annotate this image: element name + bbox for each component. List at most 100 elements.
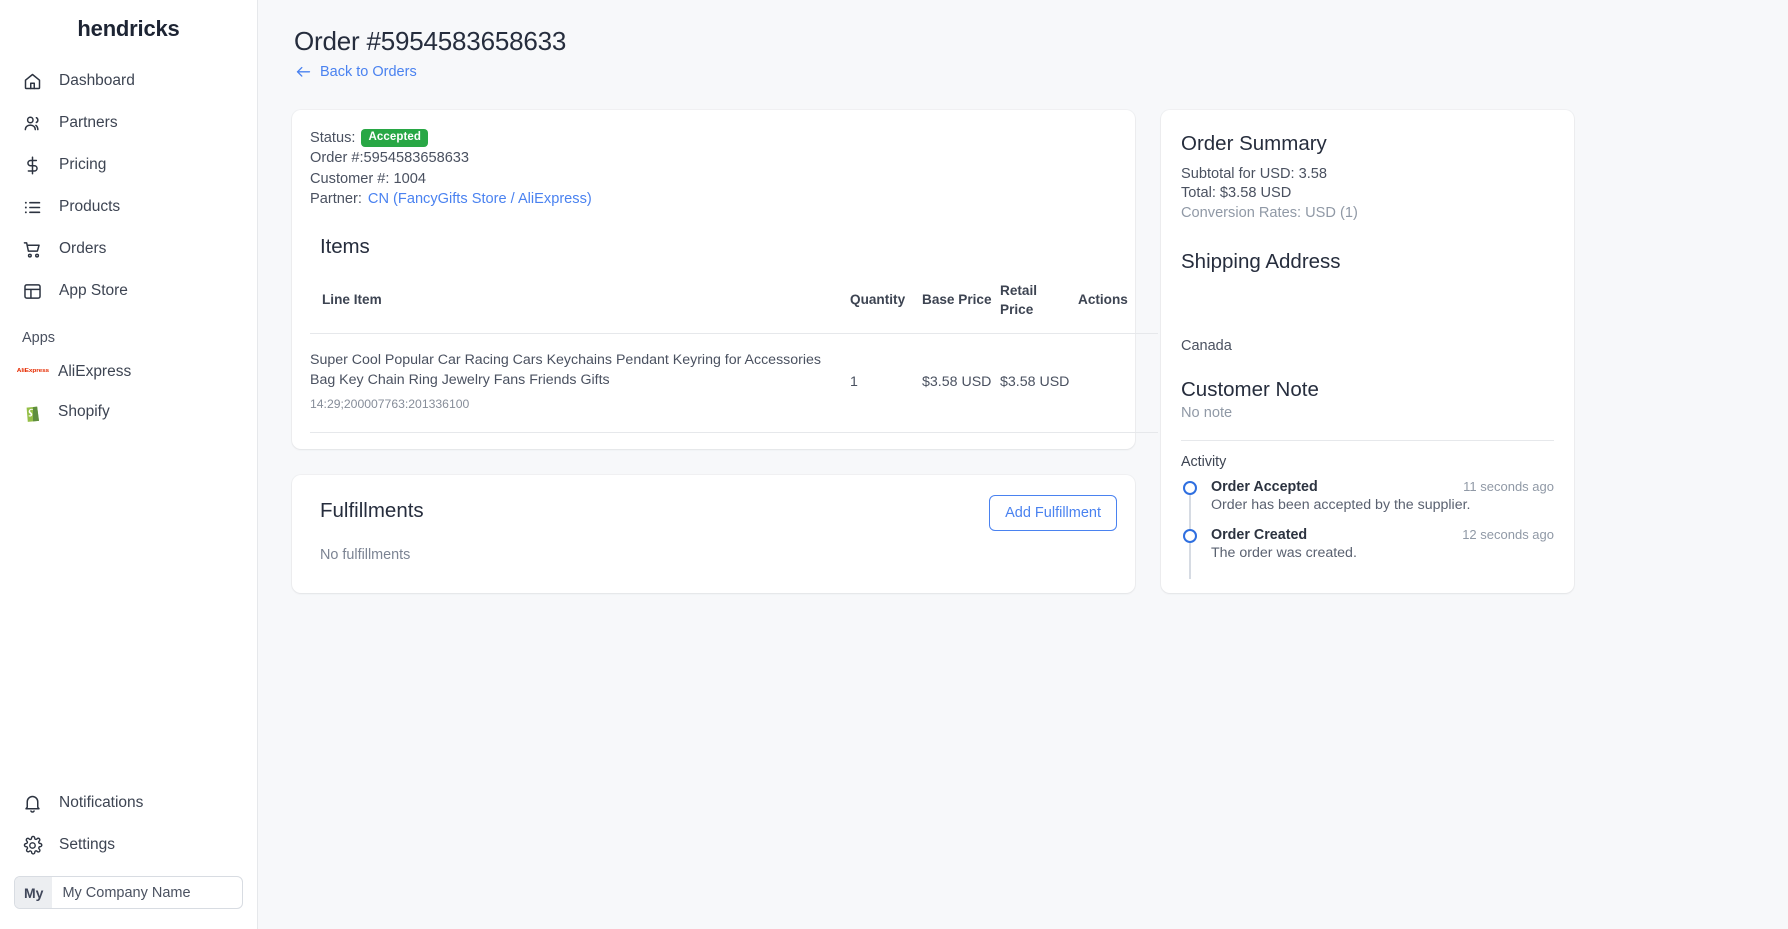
- sidebar-item-label: Partners: [59, 114, 118, 131]
- sidebar-item-settings[interactable]: Settings: [0, 824, 257, 866]
- address-country: Canada: [1181, 338, 1232, 355]
- sidebar-item-label: Notifications: [59, 794, 144, 811]
- dollar-icon: [22, 155, 43, 176]
- sidebar-item-orders[interactable]: Orders: [0, 228, 257, 270]
- customer-number-line: Customer #: 1004: [310, 170, 427, 187]
- partner-link[interactable]: CN (FancyGifts Store / AliExpress): [368, 189, 592, 210]
- summary-conversion-rates: Conversion Rates: USD (1): [1181, 204, 1358, 221]
- add-fulfillment-button[interactable]: Add Fulfillment: [989, 494, 1117, 531]
- customer-note-title: Customer Note: [1181, 378, 1319, 402]
- address-line: [1181, 316, 1554, 336]
- activity-row: Order Created 12 seconds ago: [1211, 527, 1554, 543]
- activity-description: The order was created.: [1211, 544, 1357, 561]
- company-initials: My: [15, 877, 53, 908]
- items-heading: Items: [320, 234, 370, 258]
- partner-line: Partner: CN (FancyGifts Store / AliExpre…: [310, 189, 1117, 210]
- sidebar-item-dashboard[interactable]: Dashboard: [0, 60, 257, 102]
- order-summary-card: Order Summary Subtotal for USD: 3.58 Tot…: [1161, 109, 1574, 593]
- gear-icon: [22, 835, 43, 856]
- activity-title: Order Accepted: [1211, 478, 1318, 495]
- items-table-header-row: Line Item Quantity Base Price Retail Pri…: [310, 266, 1158, 334]
- fulfillments-title: Fulfillments: [320, 498, 424, 522]
- activity-title: Order Created: [1211, 526, 1308, 543]
- timeline-dot-icon: [1183, 528, 1197, 543]
- activity-row: Order Accepted 11 seconds ago: [1211, 479, 1554, 495]
- cell-base-price: $3.58 USD: [922, 333, 1000, 433]
- order-status-line: Status: Accepted: [310, 128, 1117, 149]
- bell-icon: [22, 793, 43, 814]
- status-badge: Accepted: [361, 128, 429, 147]
- list-icon: [22, 197, 43, 218]
- back-to-orders-label: Back to Orders: [320, 64, 417, 80]
- summary-subtotal: Subtotal for USD: 3.58: [1181, 165, 1328, 182]
- primary-nav: Dashboard Partners Pricing Products Orde…: [0, 60, 257, 312]
- table-row: Super Cool Popular Car Racing Cars Keych…: [310, 333, 1158, 433]
- shopify-icon: [22, 401, 44, 423]
- sidebar-item-shopify[interactable]: Shopify: [0, 392, 257, 432]
- list-item: Order Created 12 seconds ago The order w…: [1181, 527, 1554, 579]
- sidebar-item-partners[interactable]: Partners: [0, 102, 257, 144]
- sidebar-item-label: Products: [59, 198, 121, 215]
- sidebar-item-label: Settings: [59, 836, 116, 853]
- order-summary-title: Order Summary: [1181, 131, 1327, 155]
- summary-total: Total: $3.58 USD: [1181, 185, 1292, 202]
- sidebar-item-aliexpress[interactable]: AliExpress AliExpress: [0, 352, 257, 392]
- company-switcher[interactable]: My My Company Name: [14, 876, 243, 909]
- app-root: hendricks Dashboard Partners Pricing Pro…: [0, 0, 1788, 929]
- timeline-rail: [1189, 540, 1192, 579]
- sidebar: hendricks Dashboard Partners Pricing Pro…: [0, 0, 258, 929]
- sidebar-item-label: AliExpress: [58, 363, 132, 380]
- fulfillments-header: Fulfillments Add Fulfillment: [310, 494, 1117, 531]
- cart-icon: [22, 239, 43, 260]
- fulfillments-card: Fulfillments Add Fulfillment No fulfillm…: [292, 474, 1135, 593]
- brand-logo: hendricks: [77, 16, 180, 41]
- sidebar-item-pricing[interactable]: Pricing: [0, 144, 257, 186]
- divider: [1181, 439, 1554, 441]
- col-actions: Actions: [1078, 266, 1158, 334]
- items-table: Line Item Quantity Base Price Retail Pri…: [310, 266, 1158, 433]
- line-item-name: Super Cool Popular Car Racing Cars Keych…: [310, 351, 822, 388]
- main-content: Order #5954583658633 Back to Orders Stat…: [258, 0, 1788, 929]
- sidebar-footer: Notifications Settings My My Company Nam…: [0, 782, 257, 929]
- activity-description: Order has been accepted by the supplier.: [1211, 496, 1471, 513]
- items-table-body: Super Cool Popular Car Racing Cars Keych…: [310, 333, 1158, 433]
- partner-label: Partner:: [310, 191, 362, 208]
- sidebar-item-notifications[interactable]: Notifications: [0, 782, 257, 824]
- right-column: Order Summary Subtotal for USD: 3.58 Tot…: [1161, 109, 1574, 593]
- order-number-line: Order #:5954583658633: [310, 150, 470, 167]
- left-column: Status: Accepted Order #:5954583658633 C…: [292, 109, 1158, 593]
- timeline-rail: [1189, 492, 1192, 531]
- apps-section-label: Apps: [22, 330, 56, 346]
- activity-time: 12 seconds ago: [1462, 526, 1554, 542]
- content-row: Status: Accepted Order #:5954583658633 C…: [292, 109, 1754, 593]
- cell-line-item: Super Cool Popular Car Racing Cars Keych…: [310, 333, 850, 433]
- layout-icon: [22, 281, 43, 302]
- activity-label: Activity: [1181, 453, 1227, 470]
- company-name: My Company Name: [62, 884, 191, 901]
- activity-time: 11 seconds ago: [1463, 478, 1554, 494]
- address-line: [1181, 276, 1554, 296]
- back-to-orders-link[interactable]: Back to Orders: [295, 64, 417, 80]
- shipping-address-title: Shipping Address: [1181, 250, 1341, 274]
- list-item: Order Accepted 11 seconds ago Order has …: [1181, 479, 1554, 531]
- sidebar-item-app-store[interactable]: App Store: [0, 270, 257, 312]
- fulfillments-empty-text: No fulfillments: [320, 546, 411, 563]
- col-retail-price: Retail Price: [1000, 266, 1078, 334]
- sidebar-item-label: App Store: [59, 282, 128, 299]
- page-title: Order #5954583658633: [294, 26, 567, 56]
- users-icon: [22, 113, 43, 134]
- sidebar-item-label: Pricing: [59, 156, 107, 173]
- address-line: [1181, 296, 1554, 316]
- sidebar-item-label: Dashboard: [59, 72, 135, 89]
- arrow-left-icon: [295, 65, 312, 79]
- col-base-price: Base Price: [922, 266, 1000, 334]
- sidebar-item-products[interactable]: Products: [0, 186, 257, 228]
- home-icon: [22, 71, 43, 92]
- sidebar-item-label: Shopify: [58, 403, 110, 420]
- cell-quantity: 1: [850, 333, 922, 433]
- col-line-item: Line Item: [310, 266, 850, 334]
- activity-timeline: Order Accepted 11 seconds ago Order has …: [1181, 479, 1554, 579]
- customer-note-text: No note: [1181, 405, 1233, 422]
- shipping-address-block: Canada: [1181, 276, 1554, 356]
- order-details-card: Status: Accepted Order #:5954583658633 C…: [292, 109, 1158, 449]
